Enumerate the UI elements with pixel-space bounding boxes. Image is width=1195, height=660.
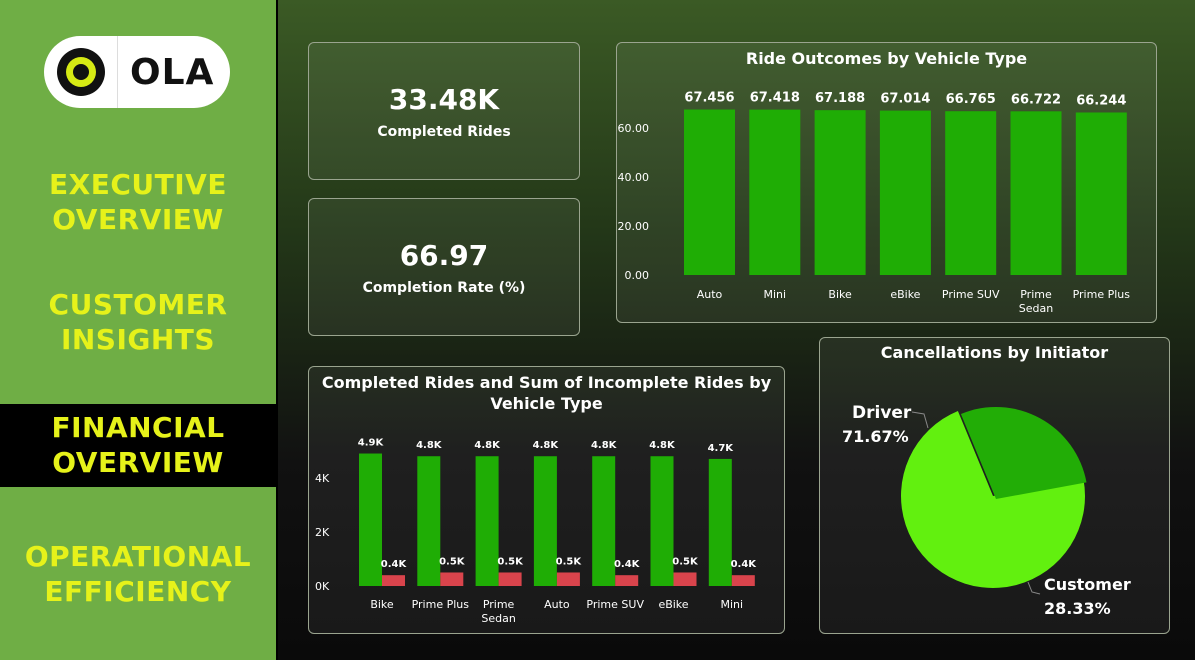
bar-incomplete xyxy=(382,575,405,586)
cancellations-svg: Driver 71.67% Customer 28.33% xyxy=(842,403,1131,618)
bar-completed xyxy=(592,456,616,586)
x-tick-label: Auto xyxy=(544,598,570,611)
data-label: 0.5K xyxy=(439,556,466,567)
bar-completed xyxy=(533,456,557,586)
bar-prime-plus xyxy=(1075,112,1127,275)
kpi-completed-rides: 33.48K Completed Rides xyxy=(308,42,580,180)
pie-leader-driver xyxy=(911,411,929,429)
bar-auto xyxy=(684,109,735,275)
data-label: 0.4K xyxy=(614,559,641,570)
completed-incomplete-chart: Completed Rides and Sum of Incomplete Ri… xyxy=(308,366,785,634)
sidebar-top-block: OLA EXECUTIVE OVERVIEW CUSTOMER INSIGHTS xyxy=(0,0,276,404)
y-tick-label: 60.00 xyxy=(618,122,650,135)
bar-completed xyxy=(359,453,382,586)
bar-incomplete xyxy=(498,572,522,586)
kpi-completion-rate-value: 66.97 xyxy=(399,238,489,272)
data-label: 4.7K xyxy=(708,443,735,454)
data-label: 66.765 xyxy=(946,92,996,107)
data-label: 4.8K xyxy=(474,440,501,451)
ola-logo: OLA xyxy=(44,36,230,108)
bar-incomplete xyxy=(615,575,639,586)
bar-incomplete xyxy=(673,572,697,586)
data-label: 4.8K xyxy=(416,440,443,451)
bar-ebike xyxy=(879,110,931,276)
ola-logo-icon xyxy=(44,36,118,108)
completed-incomplete-svg: 0K 2K 4K 4.9K 0.4K Bike 4.8K 0.5K Prime Plus 4.8K… xyxy=(315,438,758,625)
data-label: 4.8K xyxy=(533,440,560,451)
x-tick-label: Auto xyxy=(697,288,723,301)
sidebar: OLA EXECUTIVE OVERVIEW CUSTOMER INSIGHTS… xyxy=(0,0,278,660)
bar-prime-sedan xyxy=(1010,111,1062,276)
x-tick-label: Bike xyxy=(370,598,394,611)
x-tick-label: Mini xyxy=(721,598,744,611)
bar-incomplete xyxy=(731,575,755,586)
data-label: 66.244 xyxy=(1076,93,1126,108)
cancellations-chart: Cancellations by Initiator Driver 71.67% C… xyxy=(819,337,1170,634)
data-label: 67.188 xyxy=(815,91,865,106)
bar-bike xyxy=(814,110,866,276)
x-tick-label: Prime Sedan xyxy=(481,598,515,625)
data-label: 4.8K xyxy=(649,440,676,451)
data-label: 0.5K xyxy=(497,556,524,567)
x-tick-label: Mini xyxy=(764,288,787,301)
data-label: 0.5K xyxy=(556,556,583,567)
x-tick-label: Prime Sedan xyxy=(1019,288,1053,315)
dashboard-main: 33.48K Completed Rides 66.97 Completion … xyxy=(278,0,1195,660)
pie-label-customer-name: Customer xyxy=(1044,575,1131,594)
y-tick-label: 40.00 xyxy=(618,171,650,184)
nav-operational-efficiency[interactable]: OPERATIONAL EFFICIENCY xyxy=(25,539,251,609)
bar-incomplete xyxy=(556,572,580,586)
y-tick-label: 0K xyxy=(315,580,330,593)
x-tick-label: Prime SUV xyxy=(586,598,644,611)
nav-financial-overview[interactable]: FINANCIAL OVERVIEW xyxy=(51,410,224,480)
x-tick-label: Prime Plus xyxy=(1073,288,1131,301)
data-label: 67.418 xyxy=(750,91,800,106)
nav-customer-insights[interactable]: CUSTOMER INSIGHTS xyxy=(0,287,276,357)
data-label: 4.8K xyxy=(591,440,618,451)
pie-label-customer-value: 28.33% xyxy=(1044,599,1111,618)
pie-label-driver-name: Driver xyxy=(852,403,912,423)
data-label: 0.4K xyxy=(381,559,408,570)
kpi-completion-rate-label: Completion Rate (%) xyxy=(362,279,526,296)
data-label: 0.5K xyxy=(672,556,699,567)
nav-executive-overview[interactable]: EXECUTIVE OVERVIEW xyxy=(0,167,276,237)
kpi-completed-rides-label: Completed Rides xyxy=(377,123,511,140)
kpi-completion-rate: 66.97 Completion Rate (%) xyxy=(308,198,580,336)
bar-completed xyxy=(475,456,499,586)
kpi-completed-rides-value: 33.48K xyxy=(388,82,500,116)
ride-outcomes-chart: Ride Outcomes by Vehicle Type 0.00 20.00 4… xyxy=(616,42,1157,323)
y-tick-label: 20.00 xyxy=(618,220,650,233)
pie-leader-customer xyxy=(1027,581,1041,595)
pie-label-driver-value: 71.67% xyxy=(842,427,909,446)
bar-completed xyxy=(417,456,441,586)
ride-outcomes-svg: 0.00 20.00 40.00 60.00 67.456 Auto 67.418 Mini 6… xyxy=(618,91,1131,315)
bar-mini xyxy=(749,109,801,276)
y-tick-label: 0.00 xyxy=(625,269,650,282)
x-tick-label: eBike xyxy=(658,598,688,611)
data-label: 66.722 xyxy=(1011,92,1061,107)
data-label: 4.9K xyxy=(358,438,385,449)
data-label: 67.014 xyxy=(880,92,930,107)
nav-operational-block: OPERATIONAL EFFICIENCY xyxy=(0,487,276,660)
bar-prime-suv xyxy=(945,111,997,275)
x-tick-label: eBike xyxy=(890,288,920,301)
bar-completed xyxy=(708,458,732,586)
data-label: 67.456 xyxy=(684,91,734,106)
y-tick-label: 4K xyxy=(315,472,330,485)
x-tick-label: Prime SUV xyxy=(942,288,1000,301)
y-tick-label: 2K xyxy=(315,526,330,539)
bar-completed xyxy=(650,456,674,586)
ola-logo-text: OLA xyxy=(130,51,215,93)
x-tick-label: Bike xyxy=(828,288,852,301)
data-label: 0.4K xyxy=(731,559,758,570)
bar-incomplete xyxy=(440,572,464,586)
nav-financial-overview-block: FINANCIAL OVERVIEW xyxy=(0,406,276,484)
x-tick-label: Prime Plus xyxy=(412,598,470,611)
